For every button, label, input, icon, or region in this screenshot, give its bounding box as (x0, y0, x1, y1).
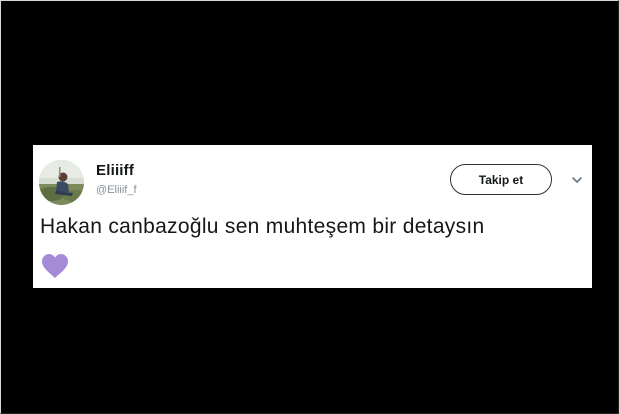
display-name[interactable]: Eliiiff (96, 162, 134, 179)
purple-heart-icon (41, 253, 69, 279)
tweet-card: Eliiiff @Eliiif_f Takip et Hakan canbazo… (33, 145, 592, 288)
chevron-down-icon[interactable] (571, 173, 583, 185)
tweet-text: Hakan canbazoğlu sen muhteşem bir detays… (40, 215, 485, 238)
follow-button[interactable]: Takip et (450, 164, 552, 195)
avatar[interactable] (39, 160, 84, 205)
user-handle[interactable]: @Eliiif_f (96, 184, 137, 196)
